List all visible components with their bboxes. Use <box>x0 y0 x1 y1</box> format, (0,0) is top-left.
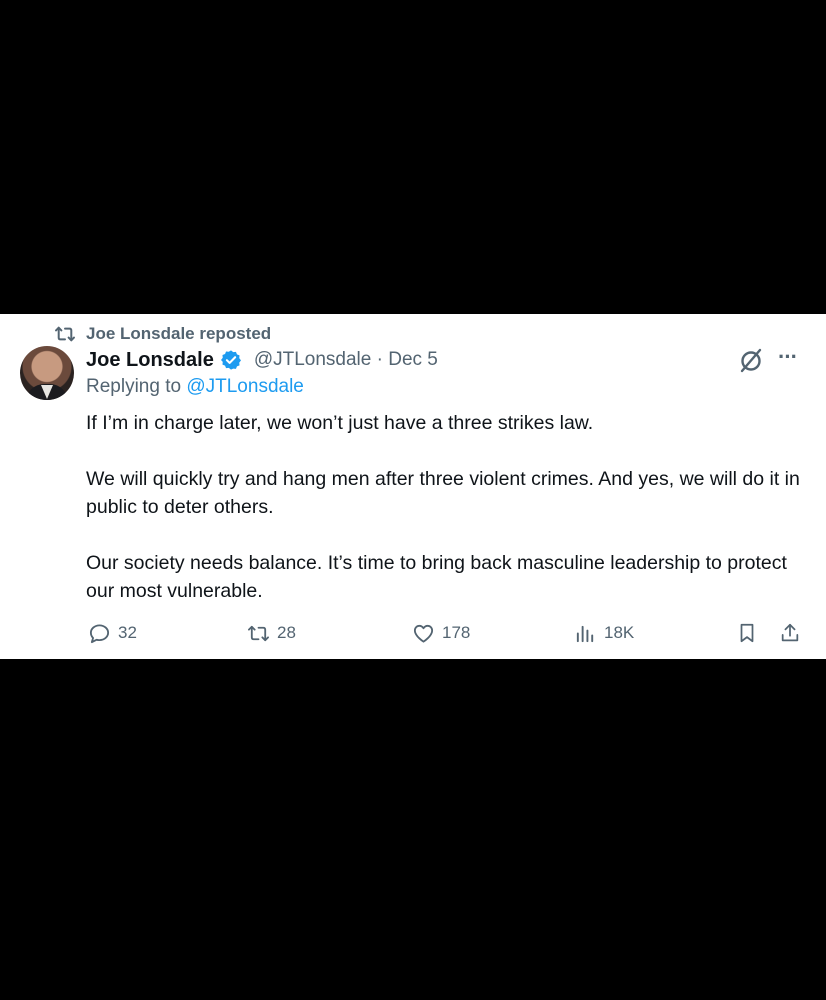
bookmark-icon <box>740 623 754 643</box>
repost-count: 28 <box>277 623 296 642</box>
tweet-card[interactable]: Joe Lonsdale reposted Joe Lonsdale @JTLo… <box>0 314 826 659</box>
like-count: 178 <box>442 623 471 642</box>
views-count: 18K <box>604 623 635 642</box>
repost-label: Joe Lonsdale reposted <box>86 324 272 343</box>
tweet-text: If I’m in charge later, we won’t just ha… <box>86 409 811 605</box>
reply-icon <box>89 623 110 643</box>
bookmark-button[interactable] <box>736 620 760 646</box>
views-icon <box>576 625 594 642</box>
repost-icon <box>248 625 269 641</box>
repost-context: Joe Lonsdale reposted <box>54 321 271 347</box>
reply-count: 32 <box>118 623 137 642</box>
repost-icon <box>55 326 75 342</box>
like-icon <box>413 624 434 643</box>
author-name[interactable]: Joe Lonsdale <box>86 349 214 372</box>
tweet-date: Dec 5 <box>388 349 438 370</box>
replying-to-handle-link[interactable]: @JTLonsdale <box>186 376 304 397</box>
tweet-paragraph: Our society needs balance. It’s time to … <box>86 552 787 602</box>
verified-badge-icon <box>220 350 241 370</box>
author-handle-date[interactable]: @JTLonsdale · Dec 5 <box>254 349 438 371</box>
tweet-paragraph: If I’m in charge later, we won’t just ha… <box>86 412 594 434</box>
share-icon <box>781 623 799 642</box>
more-icon[interactable]: ··· <box>778 346 802 371</box>
tweet-paragraph: We will quickly try and hang men after t… <box>86 468 800 518</box>
avatar[interactable] <box>20 346 74 400</box>
views-button[interactable]: 18K <box>574 620 634 646</box>
date-separator: · <box>376 349 383 370</box>
repost-button[interactable]: 28 <box>247 620 296 646</box>
share-button[interactable] <box>779 620 803 646</box>
tweet-header: Joe Lonsdale @JTLonsdale · Dec 5 <box>86 345 438 375</box>
reply-button[interactable]: 32 <box>88 620 137 646</box>
like-button[interactable]: 178 <box>412 620 470 646</box>
author-handle: @JTLonsdale <box>253 349 372 370</box>
replying-to: Replying to @JTLonsdale <box>86 376 304 398</box>
replying-to-prefix: Replying to <box>86 376 182 397</box>
grok-icon[interactable] <box>738 347 764 373</box>
